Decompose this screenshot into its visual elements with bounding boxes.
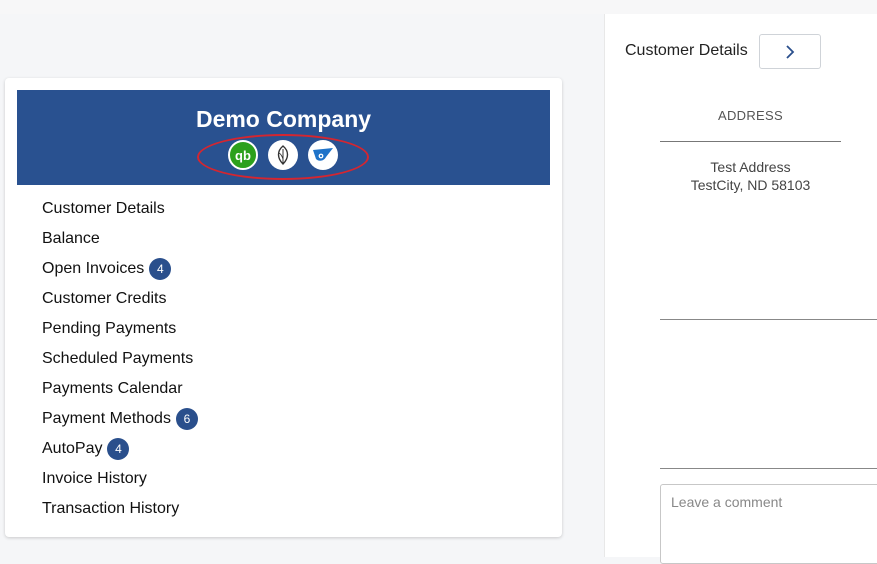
menu-item-customer-credits[interactable]: Customer Credits	[42, 288, 198, 318]
menu-item-label: AutoPay	[42, 440, 103, 457]
menu-item-label: Transaction History	[42, 500, 180, 517]
menu-item-label: Payment Methods	[42, 410, 171, 427]
customer-nav-card: Demo Company qb Customer Details Balance…	[5, 78, 562, 537]
customer-details-panel: Customer Details ADDRESS Test Address Te…	[604, 14, 877, 564]
menu-item-label: Payments Calendar	[42, 380, 183, 397]
divider	[660, 319, 877, 320]
chevron-right-icon	[786, 44, 795, 59]
menu-item-payment-methods[interactable]: Payment Methods 6	[42, 408, 198, 438]
divider	[660, 468, 877, 469]
divider	[660, 141, 841, 142]
menu-item-label: Customer Credits	[42, 290, 167, 307]
menu-item-pending-payments[interactable]: Pending Payments	[42, 318, 198, 348]
count-badge: 4	[149, 258, 172, 280]
next-button[interactable]	[759, 34, 821, 69]
count-badge: 4	[107, 438, 130, 460]
menu-item-label: Pending Payments	[42, 320, 177, 337]
menu-item-balance[interactable]: Balance	[42, 228, 198, 258]
address-header: ADDRESS	[718, 108, 783, 123]
menu-item-payments-calendar[interactable]: Payments Calendar	[42, 378, 198, 408]
menu-item-scheduled-payments[interactable]: Scheduled Payments	[42, 348, 198, 378]
menu-item-label: Open Invoices	[42, 260, 145, 277]
menu-item-invoice-history[interactable]: Invoice History	[42, 468, 198, 498]
menu-item-transaction-history[interactable]: Transaction History	[42, 498, 198, 528]
address-line-2: TestCity, ND 58103	[690, 177, 811, 193]
panel-title: Customer Details	[625, 42, 748, 59]
bird-icon[interactable]	[308, 140, 338, 170]
count-badge: 6	[175, 408, 198, 430]
address-line-1: Test Address	[710, 159, 791, 175]
leaf-icon[interactable]	[268, 140, 298, 170]
menu-item-autopay[interactable]: AutoPay 4	[42, 438, 198, 468]
quickbooks-glyph: qb	[235, 147, 251, 163]
comment-input[interactable]	[660, 484, 877, 564]
top-strip	[0, 0, 877, 14]
company-banner: Demo Company qb	[17, 90, 550, 185]
company-name: Demo Company	[195, 106, 372, 132]
customer-address: Test Address TestCity, ND 58103	[660, 158, 841, 194]
customer-menu: Customer Details Balance Open Invoices 4 …	[42, 198, 198, 528]
menu-item-label: Balance	[42, 230, 100, 247]
quickbooks-icon[interactable]: qb	[228, 140, 258, 170]
menu-item-open-invoices[interactable]: Open Invoices 4	[42, 258, 198, 288]
menu-item-label: Customer Details	[42, 200, 165, 217]
menu-item-label: Scheduled Payments	[42, 350, 194, 367]
menu-item-label: Invoice History	[42, 470, 147, 487]
menu-item-customer-details[interactable]: Customer Details	[42, 198, 198, 228]
